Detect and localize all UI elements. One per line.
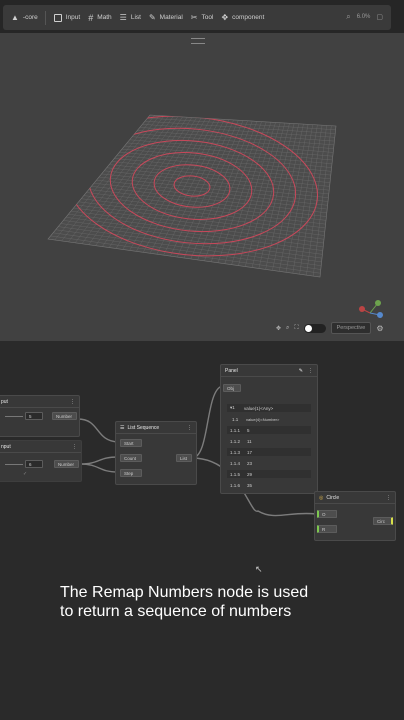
- number-input-node-2[interactable]: nput ⋮ 6 Number ✓: [0, 440, 82, 482]
- axis-gizmo[interactable]: [359, 300, 383, 318]
- menu-icon[interactable]: ▢: [376, 13, 383, 21]
- node-header: ◎ Circle ⋮: [315, 492, 395, 504]
- zoom-icon[interactable]: ⌕: [286, 325, 289, 332]
- toolbar-input[interactable]: Input: [53, 13, 81, 22]
- more-icon[interactable]: ⋮: [187, 425, 192, 431]
- input-icon: [53, 13, 62, 22]
- zoom-level: 6.0%: [356, 14, 371, 20]
- settings-icon[interactable]: ⚙: [376, 324, 383, 333]
- wire-input2-step: [79, 463, 119, 473]
- panel-row: 1.1.3 17: [227, 448, 311, 456]
- node-title: Panel: [225, 367, 238, 374]
- caption-line-1: The Remap Numbers node is used: [60, 584, 309, 601]
- more-icon[interactable]: ⋮: [70, 399, 75, 405]
- circle-node[interactable]: ◎ Circle ⋮ O R Circ: [314, 491, 396, 541]
- toolbar-input-label: Input: [65, 14, 81, 21]
- mouse-cursor-icon: ↖: [255, 564, 263, 574]
- check-icon: ✓: [23, 471, 28, 477]
- toolbar-list[interactable]: ☰ List: [120, 13, 141, 22]
- panel-row: 1.1.1 5: [227, 426, 311, 434]
- list-sequence-node[interactable]: ☰ List Sequence ⋮ Start Count Step List: [115, 421, 197, 485]
- toolbar-component-label: component: [232, 14, 265, 21]
- node-header: put ⋮: [0, 396, 79, 408]
- number-input-node-1[interactable]: put ⋮ 5 Number: [0, 395, 80, 437]
- viewport-controls: ✥ ⌕ ⛶ Perspective ⚙: [276, 322, 384, 334]
- list-icon: ☰: [119, 13, 127, 22]
- circle-icon: ◎: [319, 494, 324, 501]
- toolbar-divider: [44, 10, 46, 25]
- core-icon: ▲: [11, 13, 19, 22]
- origin-port[interactable]: O: [317, 510, 337, 518]
- search-icon[interactable]: ⌕: [346, 12, 350, 22]
- node-title: Circle: [326, 494, 340, 501]
- drag-handle-icon[interactable]: [191, 38, 205, 44]
- output-port[interactable]: Number: [52, 412, 77, 420]
- node-graph-canvas[interactable]: put ⋮ 5 Number nput ⋮ 6 Number ✓ ☰ List …: [0, 341, 404, 720]
- obj-port[interactable]: Obj: [223, 384, 241, 392]
- wire-input2-count: [79, 456, 119, 465]
- node-header: Panel ✎ ⋮: [221, 365, 317, 377]
- circle-output-port[interactable]: Circ: [373, 517, 393, 525]
- view-toggle[interactable]: [303, 323, 326, 333]
- move-icon[interactable]: ✥: [276, 325, 281, 332]
- node-header: ☰ List Sequence ⋮: [116, 422, 196, 434]
- toolbar-right: ⌕ 6.0% ▢: [346, 12, 383, 22]
- component-icon: ✥: [221, 13, 229, 22]
- 3d-viewport[interactable]: [0, 33, 404, 341]
- panel-row: 1.1.6 35: [230, 482, 253, 488]
- more-icon[interactable]: ⋮: [72, 444, 77, 450]
- caption-line-2: to return a sequence of numbers: [60, 603, 292, 620]
- number-field[interactable]: 6: [25, 460, 43, 468]
- slider-track[interactable]: [5, 416, 23, 417]
- start-port[interactable]: Start: [120, 439, 142, 447]
- slider-track[interactable]: [5, 464, 23, 465]
- number-field[interactable]: 5: [25, 412, 43, 420]
- more-icon[interactable]: ⋮: [308, 368, 313, 374]
- edit-icon[interactable]: ✎: [299, 368, 303, 374]
- list-output-port[interactable]: List: [176, 454, 192, 462]
- output-port[interactable]: Number: [54, 460, 79, 468]
- top-toolbar: ▲ -core Input # Math ☰ List ✎ Material ✂…: [3, 5, 391, 30]
- node-title: put: [1, 398, 8, 405]
- more-icon[interactable]: ⋮: [386, 495, 391, 501]
- toolbar-math-label: Math: [97, 14, 112, 21]
- fit-icon[interactable]: ⛶: [294, 325, 298, 332]
- panel-row: 1.1.2 11: [230, 438, 252, 444]
- perspective-dropdown[interactable]: Perspective: [330, 322, 372, 334]
- panel-row: 1.1.5 29: [227, 470, 311, 478]
- step-port[interactable]: Step: [120, 469, 142, 477]
- toolbar-material-label: Material: [159, 14, 183, 21]
- panel-row: 1.1.4 23: [230, 460, 253, 466]
- tool-icon: ✂: [190, 13, 198, 22]
- material-icon: ✎: [148, 13, 156, 22]
- toolbar-component[interactable]: ✥ component: [221, 13, 264, 22]
- node-title: nput: [1, 443, 11, 450]
- list-icon: ☰: [120, 424, 125, 431]
- caption: The Remap Numbers node is used to return…: [60, 583, 400, 621]
- toolbar-tool[interactable]: ✂ Tool: [191, 13, 214, 22]
- grid-plane: [47, 114, 383, 318]
- radius-port[interactable]: R: [317, 525, 337, 533]
- toolbar-core[interactable]: ▲ -core: [11, 13, 38, 22]
- node-header: nput ⋮: [0, 441, 81, 453]
- panel-subheader-row: 1.1 value(4)<Number>: [232, 416, 280, 422]
- toolbar-math[interactable]: # Math: [88, 13, 111, 23]
- node-title: List Sequence: [127, 424, 160, 431]
- toolbar-material[interactable]: ✎ Material: [149, 13, 183, 22]
- toolbar-list-label: List: [130, 14, 141, 21]
- math-icon: #: [88, 12, 94, 23]
- wire-input1-start: [77, 418, 119, 443]
- toolbar-tool-label: Tool: [201, 14, 214, 21]
- count-port[interactable]: Count: [120, 454, 142, 462]
- toolbar-core-label: -core: [22, 14, 38, 21]
- panel-header-row: ▾1 value(1)<Any>: [227, 404, 311, 412]
- panel-node[interactable]: Panel ✎ ⋮ Obj ▾1 value(1)<Any> 1.1 value(…: [220, 364, 318, 494]
